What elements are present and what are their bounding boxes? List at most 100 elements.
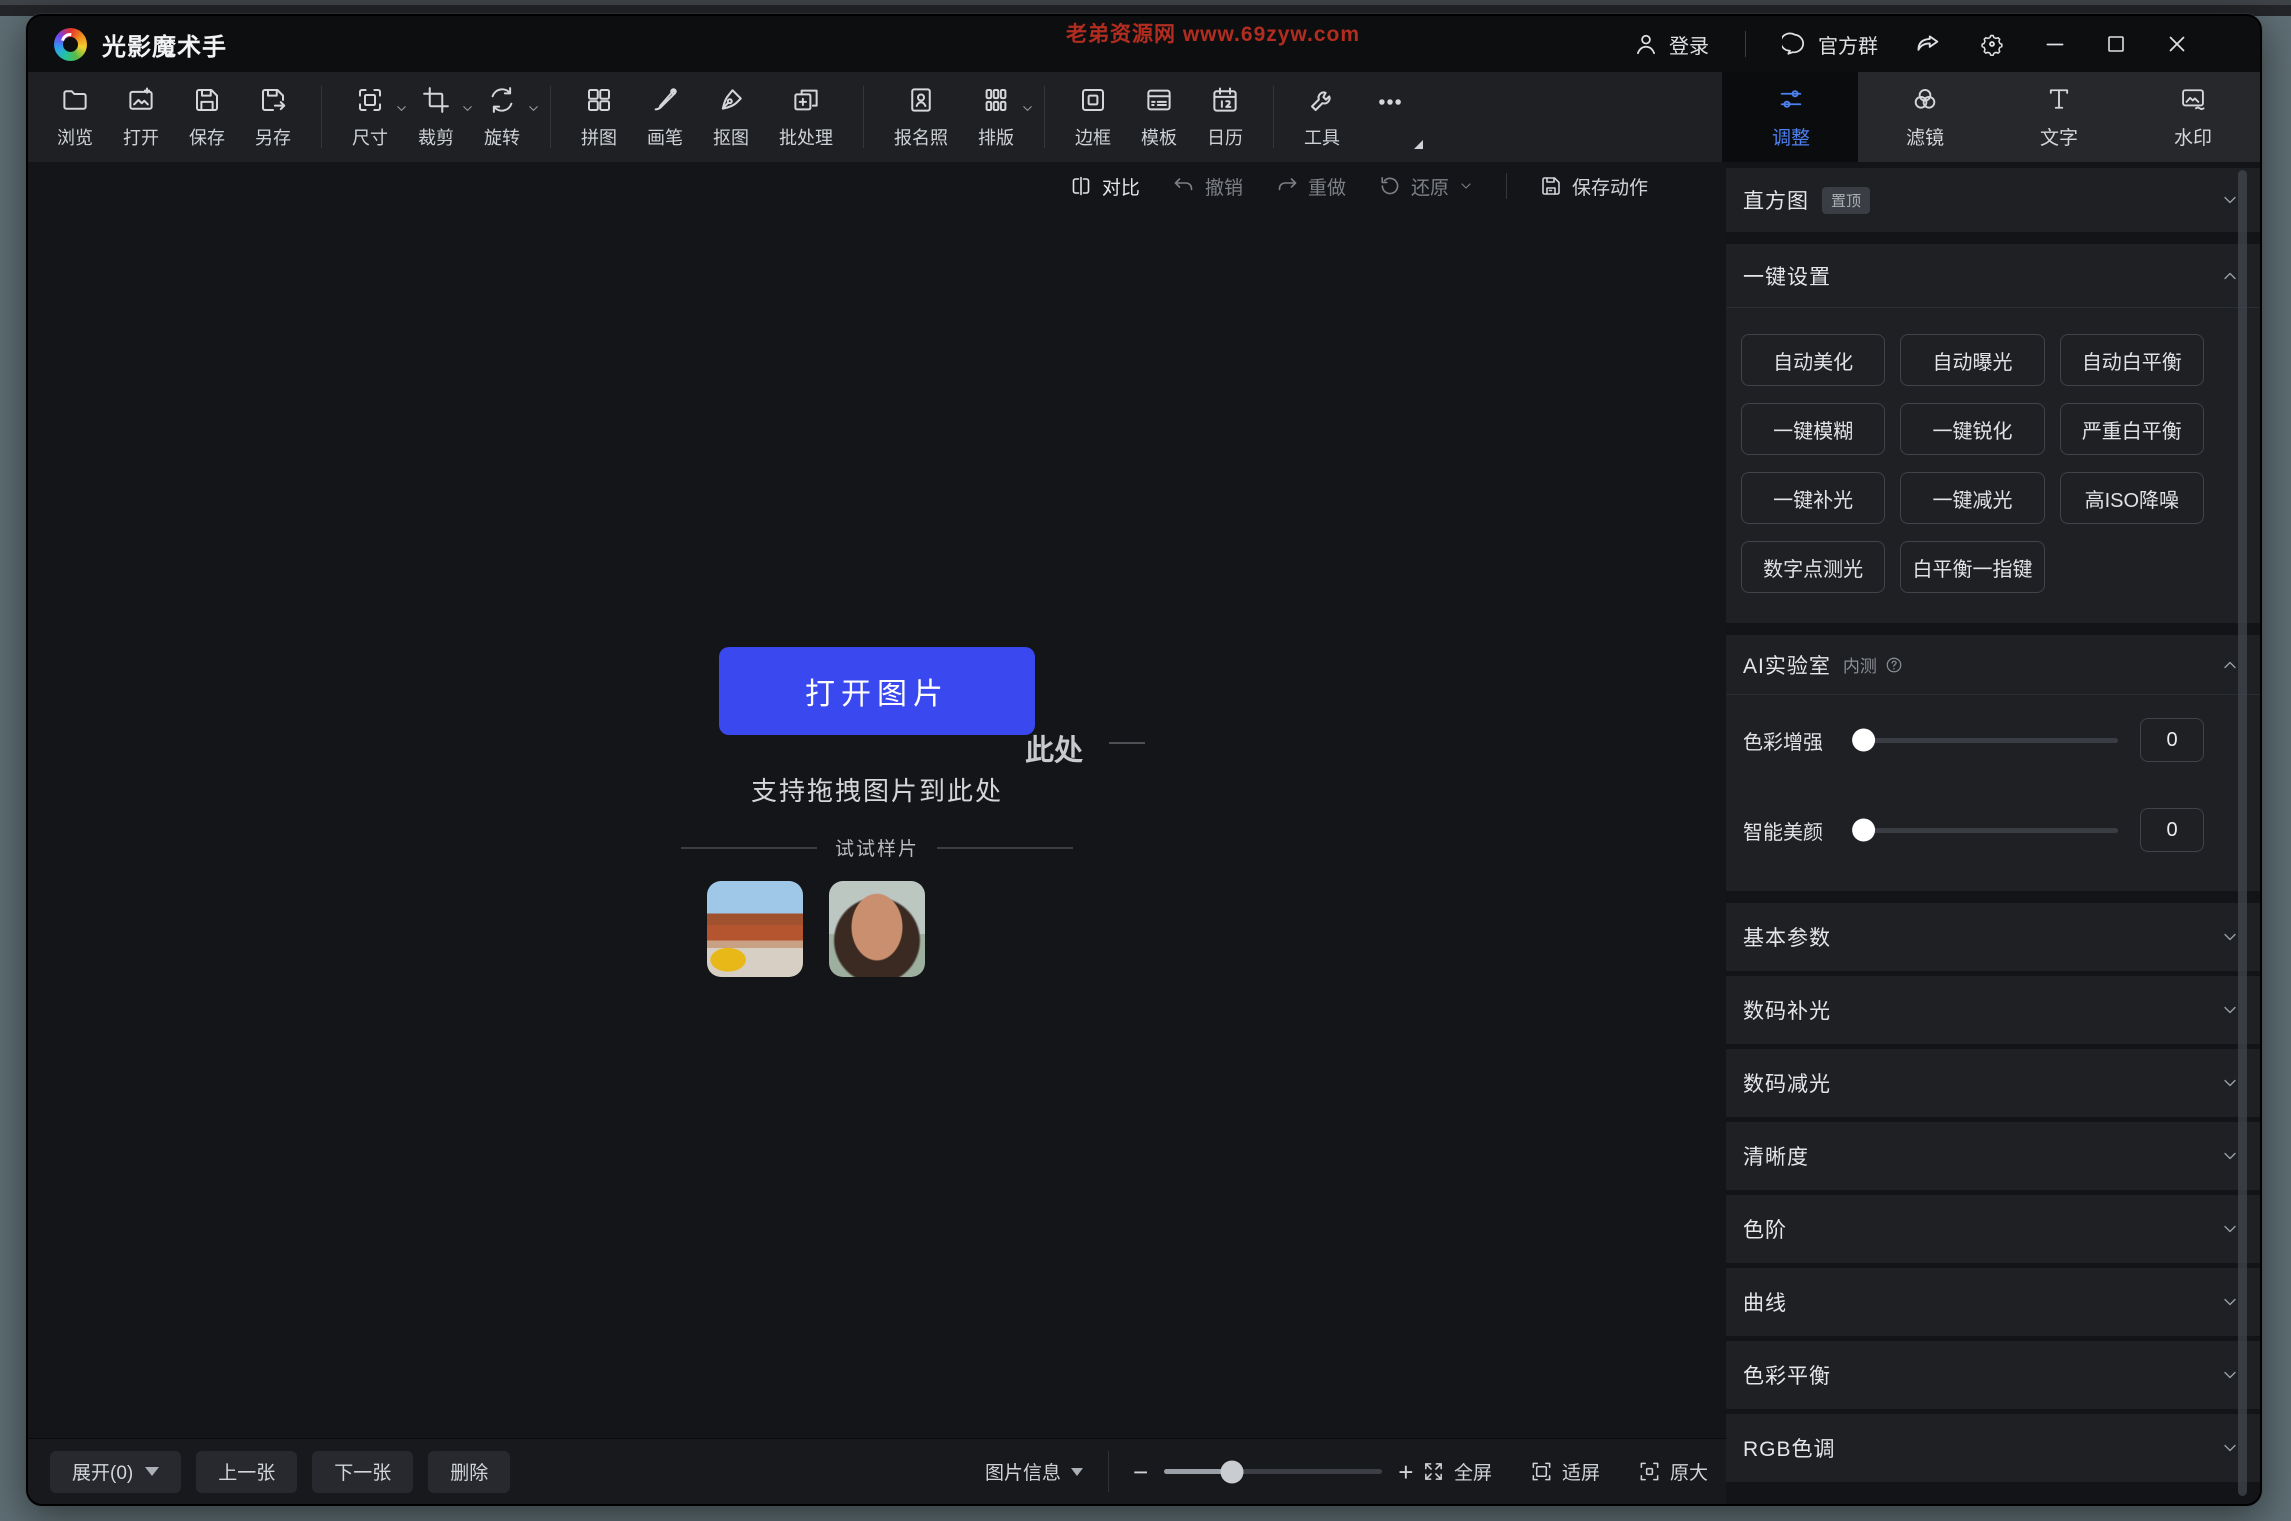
section-ai-lab[interactable]: AI实验室 内测 <box>1726 635 2260 695</box>
quick-button-white-balance-one-key[interactable]: 白平衡一指键 <box>1900 541 2044 593</box>
toolbar-item-open[interactable]: 打开 <box>108 85 174 150</box>
toolbar-item-border[interactable]: 边框 <box>1060 85 1126 150</box>
toolbar-item-rotate[interactable]: 旋转 <box>469 85 535 150</box>
maximize-button[interactable] <box>2104 32 2128 56</box>
expand-filmstrip-button[interactable]: 展开(0) <box>50 1451 181 1493</box>
quick-button-auto-beautify[interactable]: 自动美化 <box>1741 334 1885 386</box>
minimize-button[interactable] <box>2042 31 2068 57</box>
close-button[interactable] <box>2164 31 2190 57</box>
section-rgb-tone[interactable]: RGB色调 <box>1726 1414 2260 1482</box>
tab-adjust[interactable]: 调整 <box>1724 72 1858 162</box>
sample-thumbnail-desk[interactable] <box>951 881 1047 977</box>
chevron-down-icon[interactable] <box>2220 1073 2240 1093</box>
toolbar-item-more[interactable] <box>1355 87 1425 147</box>
quick-button-reduce-light[interactable]: 一键减光 <box>1900 472 2044 524</box>
toolbar-item-save-as[interactable]: 另存 <box>240 85 306 150</box>
chevron-down-icon[interactable] <box>2220 1219 2240 1239</box>
save-action-button[interactable]: 保存动作 <box>1539 173 1648 200</box>
delete-image-button[interactable]: 删除 <box>428 1451 510 1493</box>
share-button[interactable] <box>1914 30 1942 58</box>
color-enhance-value[interactable]: 0 <box>2140 718 2204 762</box>
toolbar-item-crop[interactable]: 裁剪 <box>403 85 469 150</box>
image-info-button[interactable]: 图片信息 <box>985 1458 1083 1485</box>
section-clarity[interactable]: 清晰度 <box>1726 1122 2260 1190</box>
color-enhance-slider-knob[interactable] <box>1852 729 1875 752</box>
section-color-balance[interactable]: 色彩平衡 <box>1726 1341 2260 1409</box>
toolbar-divider <box>321 86 322 148</box>
quick-button-high-iso-denoise[interactable]: 高ISO降噪 <box>2060 472 2204 524</box>
ai-lab-sliders: 色彩增强 0 智能美颜 0 <box>1726 695 2260 891</box>
toolbar-item-template[interactable]: 模板 <box>1126 85 1192 150</box>
pin-top-badge[interactable]: 置顶 <box>1822 187 1870 214</box>
next-image-button[interactable]: 下一张 <box>312 1451 413 1493</box>
help-icon[interactable] <box>1885 656 1903 674</box>
official-group-button[interactable]: 官方群 <box>1782 30 1878 59</box>
compare-button[interactable]: 对比 <box>1069 173 1140 200</box>
chevron-down-icon[interactable] <box>1458 178 1474 194</box>
toolbar-item-collage[interactable]: 拼图 <box>566 85 632 150</box>
chevron-up-icon[interactable] <box>2220 266 2240 286</box>
compare-icon <box>1069 174 1093 198</box>
section-digital-fill-light[interactable]: 数码补光 <box>1726 976 2260 1044</box>
redo-button[interactable]: 重做 <box>1275 173 1346 200</box>
tab-filters[interactable]: 滤镜 <box>1858 72 1992 162</box>
chevron-down-icon[interactable] <box>2220 1000 2240 1020</box>
login-button[interactable]: 登录 <box>1633 30 1709 59</box>
section-levels[interactable]: 色阶 <box>1726 1195 2260 1263</box>
chevron-down-icon[interactable] <box>2220 1438 2240 1458</box>
chevron-down-icon[interactable] <box>2220 190 2240 210</box>
toolbar-item-tools[interactable]: 工具 <box>1289 85 1355 150</box>
section-quick-settings[interactable]: 一键设置 <box>1726 244 2260 308</box>
fit-screen-button[interactable]: 适屏 <box>1530 1458 1600 1485</box>
chevron-down-icon[interactable] <box>2220 1365 2240 1385</box>
previous-image-button[interactable]: 上一张 <box>196 1451 297 1493</box>
quick-button-one-key-blur[interactable]: 一键模糊 <box>1741 403 1885 455</box>
smart-beautify-slider-knob[interactable] <box>1852 819 1875 842</box>
toolbar-item-id-photo[interactable]: 报名照 <box>879 85 963 150</box>
toolbar-item-calendar[interactable]: 日历 <box>1192 85 1258 150</box>
toolbar-item-batch[interactable]: 批处理 <box>764 85 848 150</box>
chevron-down-icon[interactable] <box>1020 101 1035 116</box>
chevron-up-icon[interactable] <box>2220 655 2240 675</box>
toolbar-item-save[interactable]: 保存 <box>174 85 240 150</box>
color-enhance-slider[interactable] <box>1859 738 2118 743</box>
toolbar-item-cutout[interactable]: 抠图 <box>698 85 764 150</box>
quick-button-fill-light[interactable]: 一键补光 <box>1741 472 1885 524</box>
zoom-slider-knob[interactable] <box>1220 1460 1243 1483</box>
settings-gear-button[interactable] <box>1978 30 2006 58</box>
toolbar-item-browse[interactable]: 浏览 <box>42 85 108 150</box>
section-histogram[interactable]: 直方图 置顶 <box>1726 168 2260 232</box>
crop-icon <box>421 85 451 115</box>
toolbar-item-resize[interactable]: 尺寸 <box>337 85 403 150</box>
chevron-down-icon[interactable] <box>2220 1146 2240 1166</box>
zoom-in-button[interactable]: + <box>1398 1459 1413 1485</box>
section-digital-reduce-light[interactable]: 数码减光 <box>1726 1049 2260 1117</box>
ghost-artifact-line <box>1109 742 1145 744</box>
quick-button-one-key-sharpen[interactable]: 一键锐化 <box>1900 403 2044 455</box>
section-basic-params[interactable]: 基本参数 <box>1726 903 2260 971</box>
quick-button-digital-spot-metering[interactable]: 数字点测光 <box>1741 541 1885 593</box>
section-curves[interactable]: 曲线 <box>1726 1268 2260 1336</box>
sample-thumbnail-portrait[interactable] <box>829 881 925 977</box>
open-image-button[interactable]: 打开图片 <box>719 647 1035 735</box>
fullscreen-button[interactable]: 全屏 <box>1422 1458 1492 1485</box>
actual-size-button[interactable]: 原大 <box>1638 1458 1708 1485</box>
chevron-down-icon[interactable] <box>2220 927 2240 947</box>
tab-watermark[interactable]: 水印 <box>2126 72 2260 162</box>
chevron-down-icon[interactable] <box>526 101 541 116</box>
toolbar-item-brush[interactable]: 画笔 <box>632 85 698 150</box>
smart-beautify-value[interactable]: 0 <box>2140 808 2204 852</box>
zoom-out-button[interactable]: − <box>1133 1459 1148 1485</box>
toolbar-divider <box>550 86 551 148</box>
quick-button-auto-exposure[interactable]: 自动曝光 <box>1900 334 2044 386</box>
toolbar-item-layout[interactable]: 排版 <box>963 85 1029 150</box>
restore-button[interactable]: 还原 <box>1378 173 1474 200</box>
undo-button[interactable]: 撤销 <box>1172 173 1243 200</box>
zoom-slider[interactable] <box>1164 1469 1382 1474</box>
smart-beautify-slider[interactable] <box>1859 828 2118 833</box>
quick-button-auto-white-balance[interactable]: 自动白平衡 <box>2060 334 2204 386</box>
chevron-down-icon[interactable] <box>2220 1292 2240 1312</box>
sample-thumbnail-desert[interactable] <box>707 881 803 977</box>
quick-button-severe-white-balance[interactable]: 严重白平衡 <box>2060 403 2204 455</box>
tab-text[interactable]: 文字 <box>1992 72 2126 162</box>
